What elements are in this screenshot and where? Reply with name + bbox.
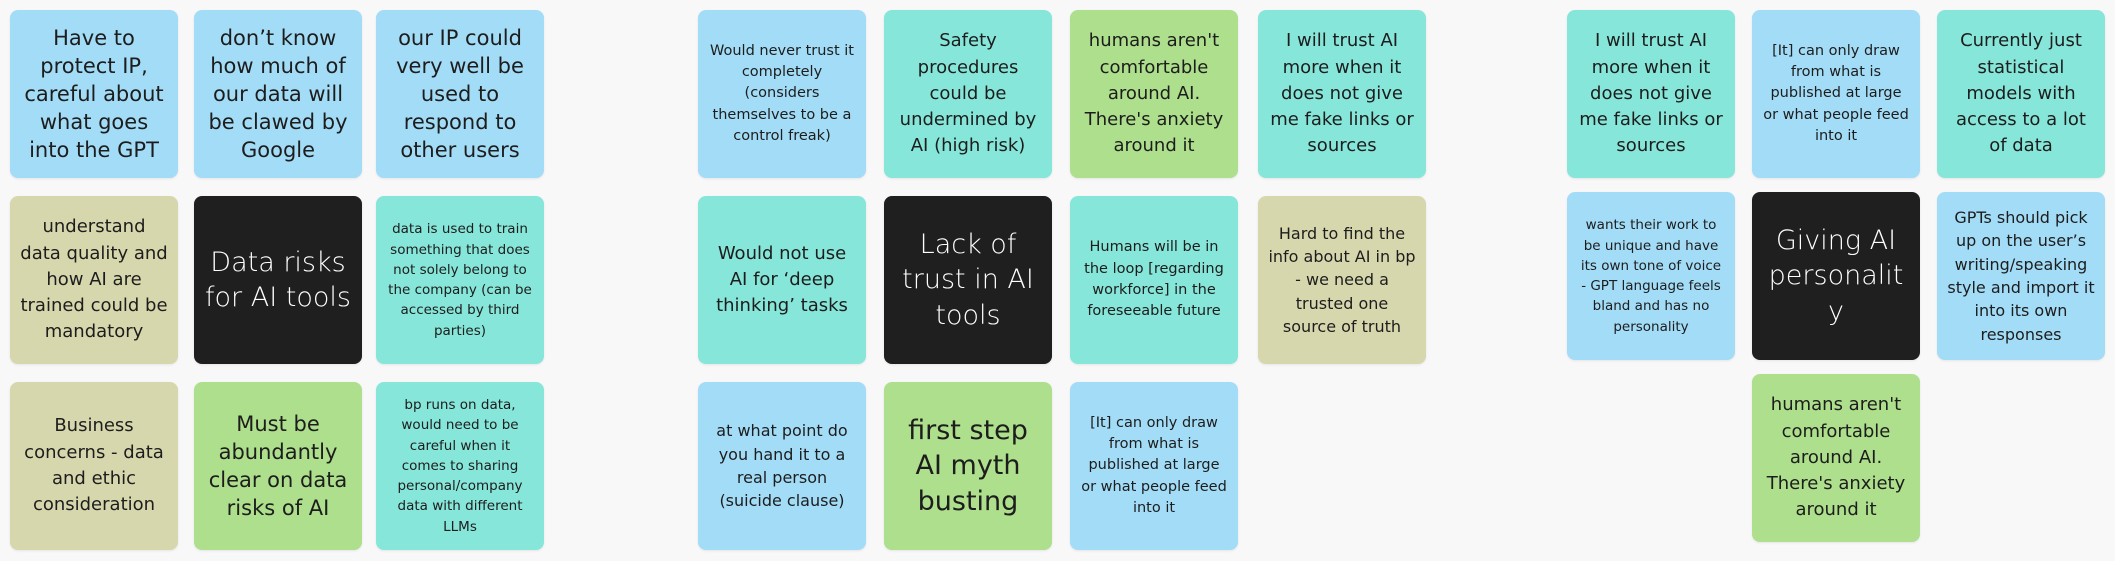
sticky-note-text: Have to protect IP, careful about what g… — [24, 25, 164, 163]
sticky-note[interactable]: Currently just statistical models with a… — [1937, 10, 2105, 178]
sticky-note-text: first step AI myth busting — [908, 415, 1028, 517]
sticky-note-text: data is used to train something that doe… — [388, 221, 532, 339]
sticky-note[interactable]: wants their work to be unique and have i… — [1567, 192, 1735, 360]
sticky-note[interactable]: our IP could very well be used to respon… — [376, 10, 544, 178]
sticky-note[interactable]: Hard to find the info about AI in bp - w… — [1258, 196, 1426, 364]
sticky-note-text: our IP could very well be used to respon… — [396, 25, 524, 163]
sticky-note[interactable]: Business concerns - data and ethic consi… — [10, 382, 178, 550]
cluster-title-note[interactable]: Data risks for AI tools — [194, 196, 362, 364]
cluster-title-note[interactable]: Lack of trust in AI tools — [884, 196, 1052, 364]
sticky-note[interactable]: understand data quality and how AI are t… — [10, 196, 178, 364]
cluster-title: Giving AI personality — [1768, 225, 1904, 327]
sticky-note[interactable]: data is used to train something that doe… — [376, 196, 544, 364]
sticky-note-text: wants their work to be unique and have i… — [1580, 217, 1722, 335]
sticky-note-text: [It] can only draw from what is publishe… — [1081, 414, 1227, 516]
sticky-note-text: bp runs on data, would need to be carefu… — [397, 397, 523, 535]
sticky-note[interactable]: humans aren't comfortable around AI. The… — [1752, 374, 1920, 542]
sticky-note-text: I will trust AI more when it does not gi… — [1270, 30, 1414, 157]
sticky-note-text: don’t know how much of our data will be … — [208, 25, 348, 163]
sticky-note[interactable]: I will trust AI more when it does not gi… — [1258, 10, 1426, 178]
sticky-note-text: Would never trust it completely (conside… — [710, 42, 854, 144]
sticky-note-text: [It] can only draw from what is publishe… — [1763, 42, 1909, 144]
sticky-note-text: Hard to find the info about AI in bp - w… — [1268, 223, 1416, 337]
sticky-note[interactable]: at what point do you hand it to a real p… — [698, 382, 866, 550]
sticky-note[interactable]: [It] can only draw from what is publishe… — [1752, 10, 1920, 178]
cluster-title: Data risks for AI tools — [205, 246, 351, 313]
sticky-note-text: Humans will be in the loop [regarding wo… — [1084, 239, 1224, 320]
sticky-note[interactable]: bp runs on data, would need to be carefu… — [376, 382, 544, 550]
sticky-note-text: I will trust AI more when it does not gi… — [1579, 30, 1723, 157]
sticky-note[interactable]: don’t know how much of our data will be … — [194, 10, 362, 178]
sticky-note-text: at what point do you hand it to a real p… — [716, 421, 848, 511]
sticky-note[interactable]: Humans will be in the loop [regarding wo… — [1070, 196, 1238, 364]
cluster-title: Lack of trust in AI tools — [902, 229, 1034, 331]
sticky-note-text: Business concerns - data and ethic consi… — [24, 415, 164, 516]
sticky-note[interactable]: humans aren't comfortable around AI. The… — [1070, 10, 1238, 178]
sticky-note-text: understand data quality and how AI are t… — [20, 216, 168, 343]
sticky-note[interactable]: [It] can only draw from what is publishe… — [1070, 382, 1238, 550]
cluster-title-note[interactable]: Giving AI personality — [1752, 192, 1920, 360]
sticky-note-text: GPTs should pick up on the user’s writin… — [1947, 207, 2095, 344]
sticky-note[interactable]: Would never trust it completely (conside… — [698, 10, 866, 178]
sticky-note-text: Safety procedures could be undermined by… — [899, 30, 1037, 157]
sticky-note[interactable]: Have to protect IP, careful about what g… — [10, 10, 178, 178]
sticky-note-text: Must be abundantly clear on data risks o… — [208, 411, 348, 521]
sticky-note-text: humans aren't comfortable around AI. The… — [1084, 30, 1224, 157]
sticky-note[interactable]: Would not use AI for ‘deep thinking’ tas… — [698, 196, 866, 364]
sticky-note-text: Would not use AI for ‘deep thinking’ tas… — [716, 242, 848, 317]
sticky-note[interactable]: Safety procedures could be undermined by… — [884, 10, 1052, 178]
sticky-note[interactable]: Must be abundantly clear on data risks o… — [194, 382, 362, 550]
sticky-note-text: Currently just statistical models with a… — [1956, 30, 2086, 157]
sticky-note[interactable]: I will trust AI more when it does not gi… — [1567, 10, 1735, 178]
sticky-note-text: humans aren't comfortable around AI. The… — [1766, 394, 1906, 521]
sticky-note[interactable]: first step AI myth busting — [884, 382, 1052, 550]
sticky-note[interactable]: GPTs should pick up on the user’s writin… — [1937, 192, 2105, 360]
